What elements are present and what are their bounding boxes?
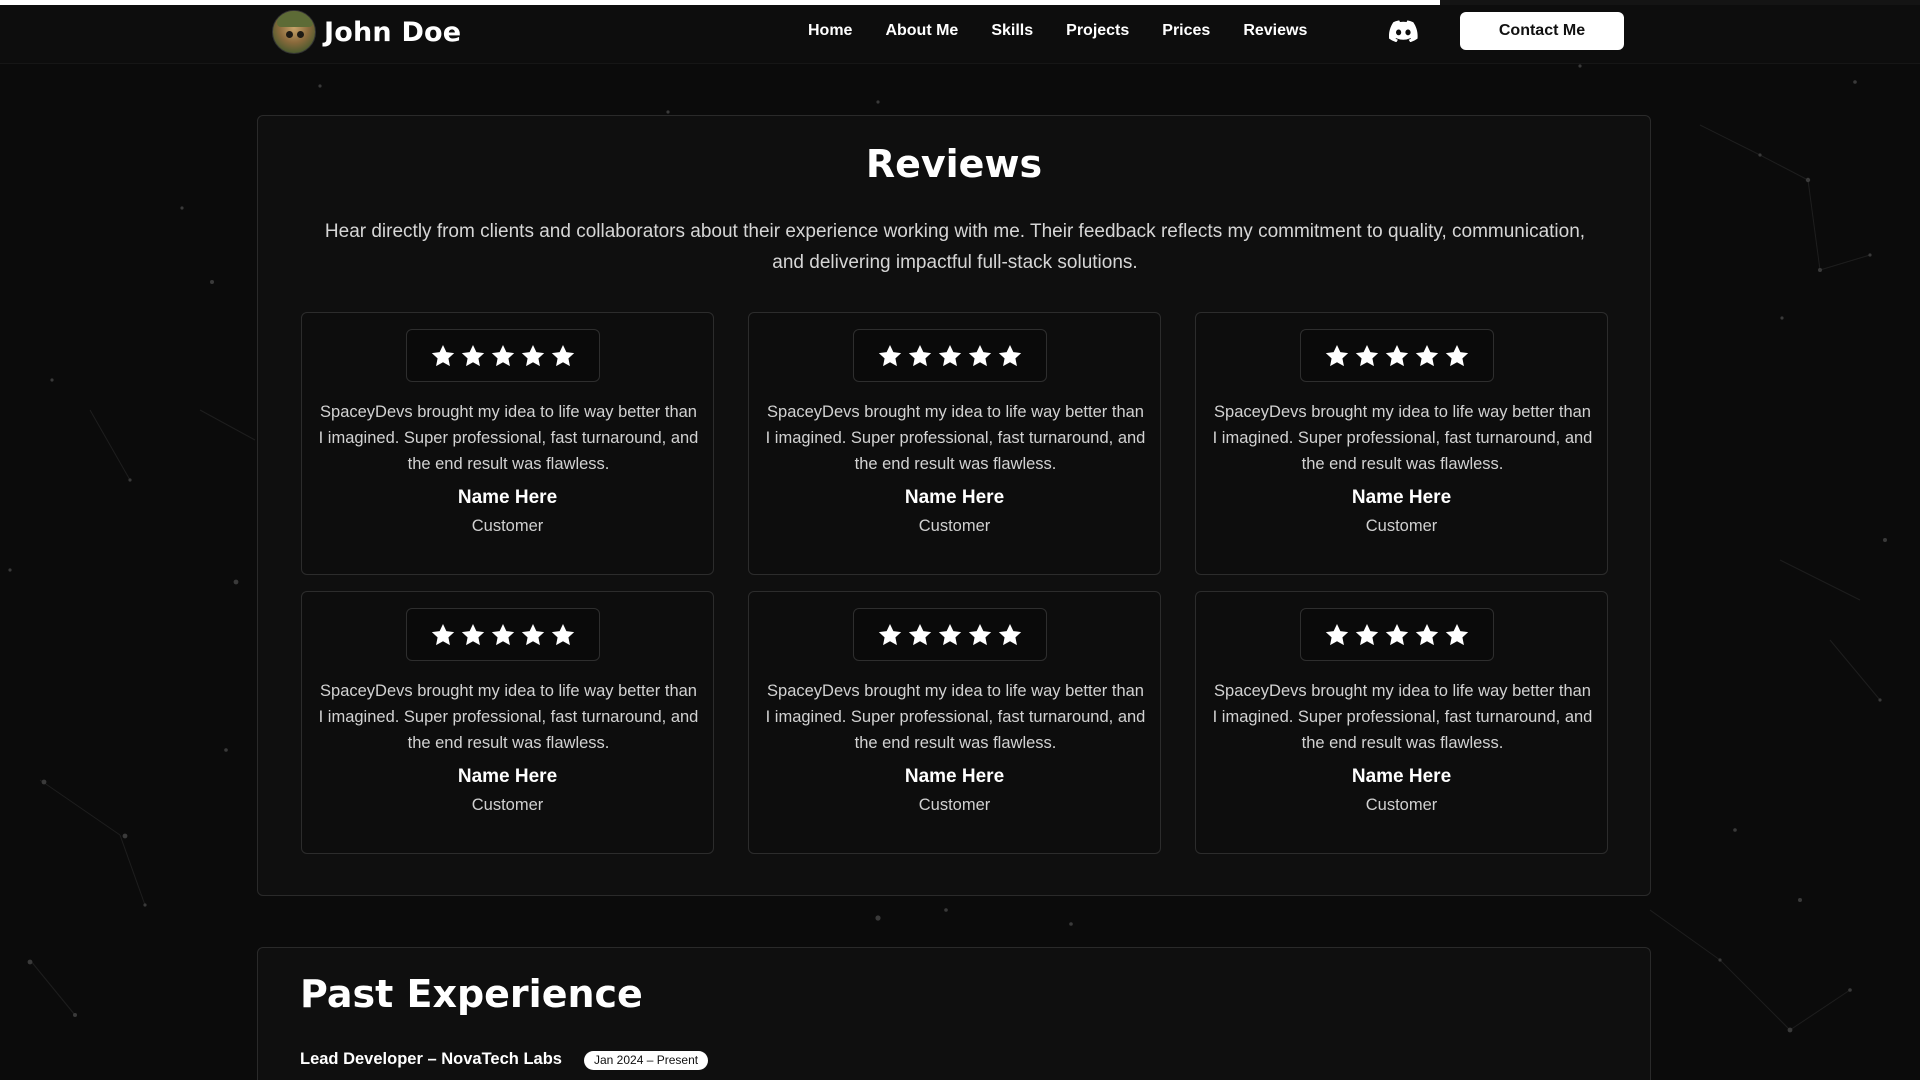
star-icon (908, 623, 932, 645)
avatar-helmet (277, 11, 313, 27)
experience-role: Lead Developer – NovaTech Labs (300, 1050, 562, 1068)
review-text: SpaceyDevs brought my idea to life way b… (1212, 403, 1593, 473)
reviews-title: Reviews (865, 142, 1043, 186)
review-card: SpaceyDevs brought my idea to life way b… (301, 312, 714, 575)
reviewer-name: Name Here (904, 487, 1005, 508)
star-icon (461, 623, 485, 645)
rating-stars (853, 329, 1047, 382)
review-text: SpaceyDevs brought my idea to life way b… (318, 403, 699, 473)
rating-stars (406, 329, 600, 382)
reviewer-name: Name Here (457, 766, 558, 787)
nav-link-home[interactable]: Home (808, 22, 852, 40)
nav-link-reviews[interactable]: Reviews (1243, 22, 1307, 40)
reviewer-role: Customer (471, 796, 544, 814)
star-icon (908, 344, 932, 366)
star-icon (878, 623, 902, 645)
rating-stars (853, 608, 1047, 661)
rating-stars (1300, 608, 1494, 661)
star-icon (968, 344, 992, 366)
reviewer-name: Name Here (904, 766, 1005, 787)
reviewer-name: Name Here (1351, 487, 1452, 508)
star-icon (551, 623, 575, 645)
star-icon (1325, 623, 1349, 645)
star-icon (491, 623, 515, 645)
review-text: SpaceyDevs brought my idea to life way b… (765, 403, 1146, 473)
star-icon (1385, 344, 1409, 366)
star-icon (1325, 344, 1349, 366)
star-icon (1445, 344, 1469, 366)
review-card: SpaceyDevs brought my idea to life way b… (1195, 312, 1608, 575)
star-icon (461, 344, 485, 366)
contact-me-button[interactable]: Contact Me (1460, 12, 1624, 50)
brand-name: John Doe (324, 16, 462, 48)
reviewer-role: Customer (471, 517, 544, 535)
brand[interactable]: John Doe (272, 10, 461, 54)
experience-title: Past Experience (300, 972, 643, 1016)
star-icon (521, 344, 545, 366)
scroll-progress-track (0, 0, 1920, 5)
avatar-eye-right (297, 31, 304, 38)
star-icon (998, 344, 1022, 366)
star-icon (1445, 623, 1469, 645)
star-icon (431, 623, 455, 645)
star-icon (968, 623, 992, 645)
star-icon (1415, 623, 1439, 645)
star-icon (1385, 623, 1409, 645)
reviews-section: Reviews Hear directly from clients and c… (257, 115, 1651, 896)
review-card: SpaceyDevs brought my idea to life way b… (748, 312, 1161, 575)
star-icon (998, 623, 1022, 645)
star-icon (1355, 623, 1379, 645)
reviewer-role: Customer (1365, 517, 1438, 535)
review-card: SpaceyDevs brought my idea to life way b… (301, 591, 714, 854)
avatar-eye-left (286, 31, 293, 38)
rating-stars (1300, 329, 1494, 382)
review-text: SpaceyDevs brought my idea to life way b… (1212, 682, 1593, 752)
review-text: SpaceyDevs brought my idea to life way b… (765, 682, 1146, 752)
nav-link-about-me[interactable]: About Me (885, 22, 958, 40)
avatar (272, 10, 316, 54)
experience-date-badge: Jan 2024 – Present (584, 1051, 709, 1070)
reviewer-role: Customer (1365, 796, 1438, 814)
star-icon (938, 623, 962, 645)
nav-link-projects[interactable]: Projects (1066, 22, 1129, 40)
nav-links: Home About Me Skills Projects Prices Rev… (808, 0, 1340, 62)
rating-stars (406, 608, 600, 661)
reviewer-role: Customer (918, 796, 991, 814)
nav-link-skills[interactable]: Skills (991, 22, 1033, 40)
reviews-description: Hear directly from clients and collabora… (324, 221, 1586, 273)
experience-section: Past Experience Lead Developer – NovaTec… (257, 947, 1651, 1080)
navbar: John Doe Home About Me Skills Projects P… (0, 0, 1920, 64)
review-card: SpaceyDevs brought my idea to life way b… (748, 591, 1161, 854)
review-text: SpaceyDevs brought my idea to life way b… (318, 682, 699, 752)
star-icon (1355, 344, 1379, 366)
reviewer-role: Customer (918, 517, 991, 535)
reviewer-name: Name Here (1351, 766, 1452, 787)
review-card: SpaceyDevs brought my idea to life way b… (1195, 591, 1608, 854)
star-icon (551, 344, 575, 366)
star-icon (431, 344, 455, 366)
star-icon (491, 344, 515, 366)
reviewer-name: Name Here (457, 487, 558, 508)
nav-link-prices[interactable]: Prices (1162, 22, 1210, 40)
star-icon (1415, 344, 1439, 366)
scroll-progress-fill (0, 0, 1440, 5)
star-icon (521, 623, 545, 645)
star-icon (938, 344, 962, 366)
discord-icon[interactable] (1388, 20, 1418, 42)
star-icon (878, 344, 902, 366)
